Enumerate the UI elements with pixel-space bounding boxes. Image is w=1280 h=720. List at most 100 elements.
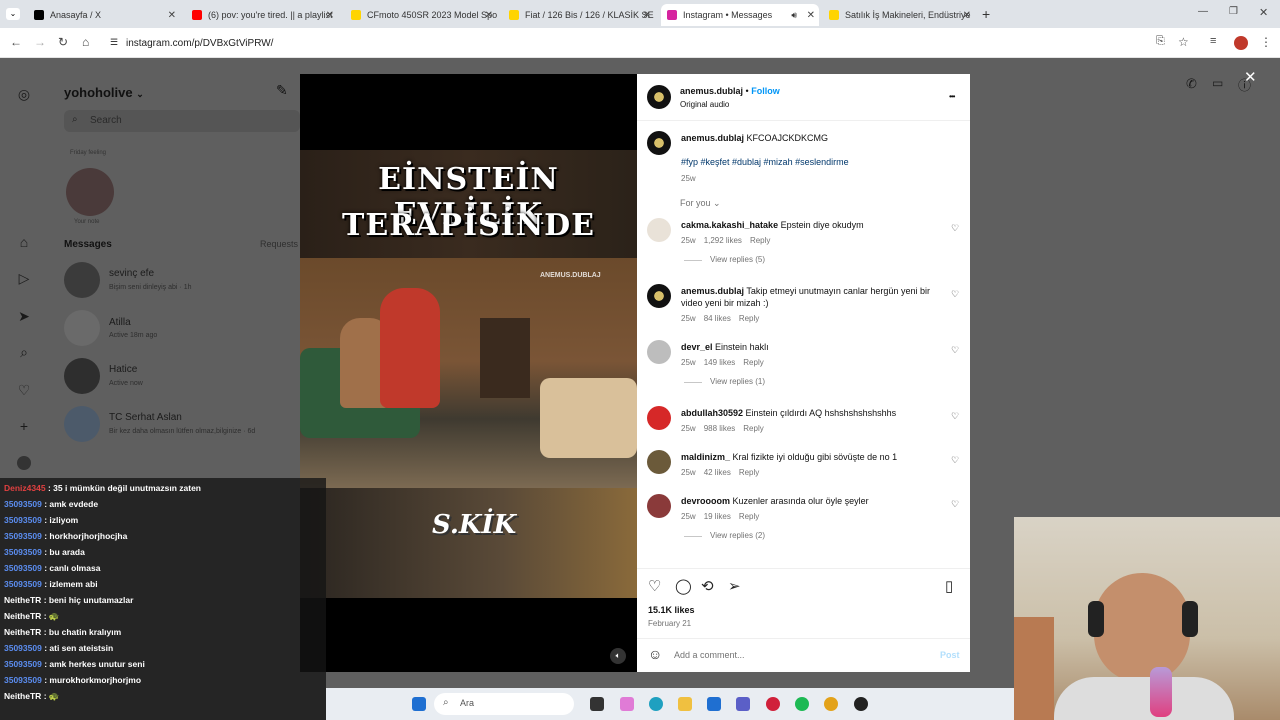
search-nav-icon[interactable]: ⌕ [16,344,32,360]
view-replies-button[interactable]: View replies (2) [684,531,765,540]
likes-count[interactable]: 15.1K likes [648,605,695,615]
conversation-name[interactable]: Atilla [109,317,131,328]
phone-call-icon[interactable]: ✆ [1186,76,1197,92]
conversation-avatar[interactable] [64,310,100,346]
url-bar[interactable]: ☰ instagram.com/p/DVBxGtViPRW/ [104,32,1174,54]
edge-icon[interactable] [649,697,663,711]
windows-start-icon[interactable] [412,697,426,711]
caption-author-avatar[interactable] [647,131,671,155]
comment-username[interactable]: maldinizm_ [681,452,730,462]
comment-username[interactable]: abdullah30592 [681,408,743,418]
view-replies-button[interactable]: View replies (5) [684,255,765,264]
tab-3[interactable]: CFmoto 450SR 2023 Model Spo ✕ [345,4,497,26]
spotify-icon[interactable] [795,697,809,711]
reply-button[interactable]: Reply [739,468,759,477]
share-icon[interactable]: ➢ [728,577,741,595]
comment-icon[interactable]: ◯ [675,577,692,595]
tab-6[interactable]: Satılık İş Makineleri, Endüstriye ✕ [823,4,975,26]
commenter-avatar[interactable] [647,218,671,242]
site-info-icon[interactable]: ☰ [110,37,118,48]
requests-link[interactable]: Requests [260,239,298,249]
browser-menu-icon[interactable]: ⋮ [1260,35,1272,49]
install-app-icon[interactable]: ⎘ [1156,35,1165,48]
file-explorer-icon[interactable] [590,697,604,711]
comment-like-icon[interactable]: ♡ [951,289,959,300]
more-options-icon[interactable]: ••• [949,92,955,101]
profile-avatar[interactable] [1234,36,1248,50]
commenter-avatar[interactable] [647,284,671,308]
reply-button[interactable]: Reply [743,424,763,433]
taskbar-search[interactable]: ⌕ Ara [434,693,574,715]
like-heart-icon[interactable]: ♡ [648,577,661,595]
close-tab-icon[interactable]: ✕ [643,10,651,21]
reply-button[interactable]: Reply [750,236,770,245]
new-tab-icon[interactable]: + [982,6,990,22]
comment-input[interactable]: Add a comment... [674,650,914,660]
new-message-icon[interactable]: ✎ [276,82,288,99]
profile-nav-avatar[interactable] [17,456,31,470]
comment-likes[interactable]: 149 likes [704,358,736,367]
opera-icon[interactable] [766,697,780,711]
tab-1[interactable]: Anasayfa / X ✕ [28,4,180,26]
comment-likes[interactable]: 84 likes [704,314,731,323]
author-username[interactable]: anemus.dublaj [680,86,743,96]
comment-likes[interactable]: 19 likes [704,512,731,521]
comment-likes[interactable]: 1,292 likes [704,236,742,245]
chrome-icon[interactable] [824,697,838,711]
my-note-avatar[interactable] [66,168,114,216]
sort-comments-dropdown[interactable]: For you ⌄ [680,198,721,209]
reel-video[interactable]: EİNSTEİN EVLİLİK TERAPİSİNDE ANEMUS.DUBL… [300,74,637,672]
follow-button[interactable]: Follow [751,86,780,96]
home-nav-icon[interactable]: ⌂ [16,234,32,250]
commenter-avatar[interactable] [647,450,671,474]
bookmark-star-icon[interactable]: ☆ [1178,35,1189,49]
comment-like-icon[interactable]: ♡ [951,411,959,422]
tab-4[interactable]: Fiat / 126 Bis / 126 / KLASİK SE ✕ [503,4,655,26]
tab-list-dropdown-icon[interactable]: ⌄ [6,8,20,20]
post-comment-button[interactable]: Post [940,650,960,660]
comment-username[interactable]: devr_el [681,342,713,352]
reply-button[interactable]: Reply [739,314,759,323]
obs-icon[interactable] [854,697,868,711]
close-tab-icon[interactable]: ✕ [168,10,176,21]
reply-button[interactable]: Reply [743,358,763,367]
comment-likes[interactable]: 42 likes [704,468,731,477]
close-modal-icon[interactable]: ✕ [1244,68,1257,86]
copilot-icon[interactable] [620,697,634,711]
mute-toggle-icon[interactable]: 🔈︎ [610,648,626,664]
reload-icon[interactable]: ↻ [58,35,68,49]
folder-icon[interactable] [678,697,692,711]
repost-icon[interactable]: ⟲ [701,577,714,595]
instagram-logo-icon[interactable]: ◎ [16,86,32,102]
back-icon[interactable]: ← [10,35,22,49]
media-controls-icon[interactable]: ≡ [1210,35,1216,47]
home-icon[interactable]: ⌂ [82,35,89,49]
emoji-picker-icon[interactable]: ☺ [648,646,662,662]
conversation-name[interactable]: sevinç efe [109,268,154,279]
save-bookmark-icon[interactable]: ▯ [945,577,953,595]
reply-button[interactable]: Reply [739,512,759,521]
minimize-icon[interactable]: — [1198,6,1208,17]
conversation-avatar[interactable] [64,406,100,442]
comment-username[interactable]: cakma.kakashi_hatake [681,220,778,230]
outlook-icon[interactable] [707,697,721,711]
audio-link[interactable]: Original audio [680,100,729,109]
forward-icon[interactable]: → [34,35,46,49]
caption-username[interactable]: anemus.dublaj [681,133,744,143]
caption-hashtags[interactable]: #fyp #keşfet #dublaj #mizah #seslendirme [681,156,941,168]
conversation-name[interactable]: Hatice [109,364,137,375]
close-tab-icon[interactable]: ✕ [485,10,493,21]
conversation-name[interactable]: TC Serhat Aslan [109,412,182,423]
conversation-avatar[interactable] [64,358,100,394]
commenter-avatar[interactable] [647,494,671,518]
create-nav-icon[interactable]: + [16,418,32,434]
search-box[interactable]: ⌕ Search [64,110,300,132]
account-switcher[interactable]: yohoholive ⌄ [64,85,144,100]
view-replies-button[interactable]: View replies (1) [684,377,765,386]
close-window-icon[interactable]: ✕ [1259,6,1268,19]
tab-2[interactable]: (6) pov: you're tired. || a playlist ✕ [186,4,338,26]
conversation-avatar[interactable] [64,262,100,298]
commenter-avatar[interactable] [647,406,671,430]
note-bubble[interactable]: Friday feeling [70,150,110,156]
messages-nav-icon[interactable]: ➤ [16,308,32,324]
